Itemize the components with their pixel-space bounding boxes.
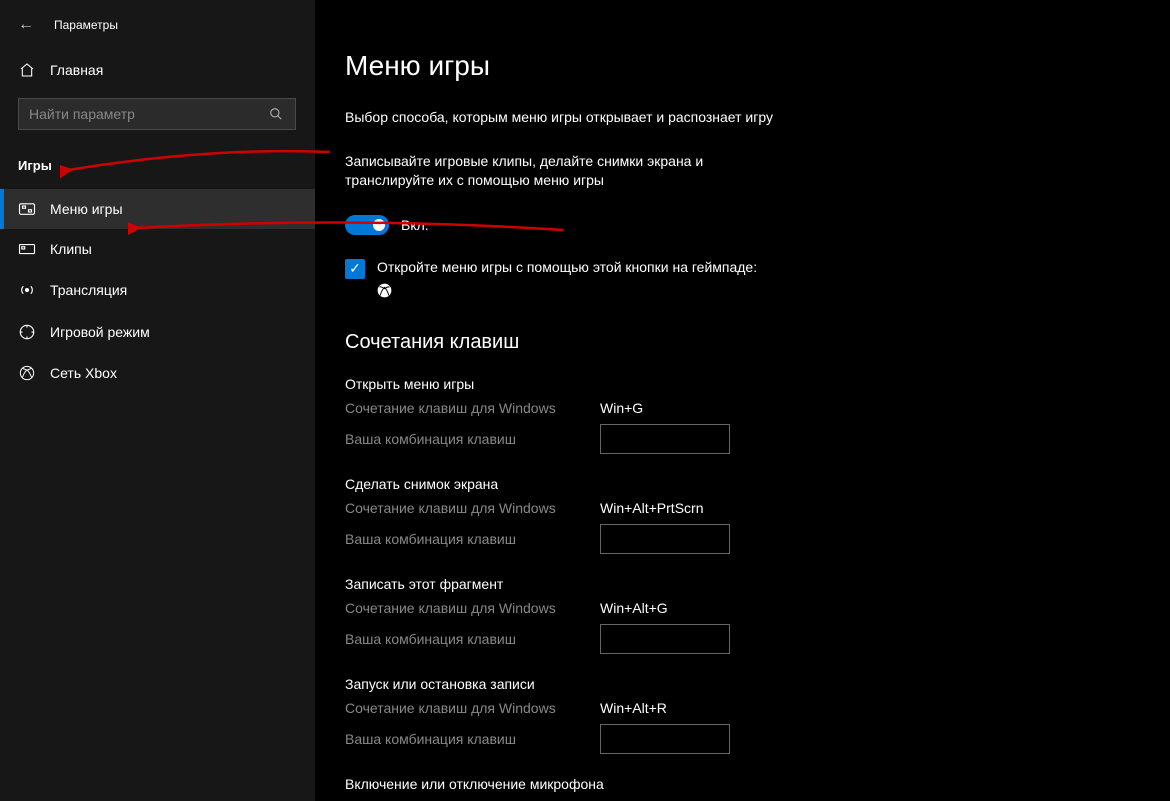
description-2: Записывайте игровые клипы, делайте снимк… (345, 152, 775, 191)
shortcut-title: Сделать снимок экрана (345, 476, 1170, 492)
shortcut-start-stop-recording: Запуск или остановка записи Сочетание кл… (345, 676, 1170, 754)
game-bar-icon (18, 202, 36, 216)
broadcast-icon (18, 281, 36, 299)
captures-icon (18, 242, 36, 256)
shortcuts-heading: Сочетания клавиш (345, 331, 1170, 354)
sidebar-item-broadcasting[interactable]: Трансляция (0, 269, 315, 311)
sidebar-section-title: Игры (0, 148, 315, 189)
shortcut-win-label: Сочетание клавиш для Windows (345, 400, 600, 416)
shortcut-custom-label: Ваша комбинация клавиш (345, 531, 600, 547)
home-icon (18, 62, 36, 78)
sidebar-home[interactable]: Главная (0, 52, 315, 88)
shortcut-screenshot: Сделать снимок экрана Сочетание клавиш д… (345, 476, 1170, 554)
shortcut-input[interactable] (600, 724, 730, 754)
search-box[interactable] (18, 98, 296, 130)
sidebar-item-captures[interactable]: Клипы (0, 229, 315, 269)
checkbox-row: ✓ Откройте меню игры с помощью этой кноп… (345, 259, 845, 279)
sidebar-item-xbox-networking[interactable]: Сеть Xbox (0, 353, 315, 393)
sidebar-item-game-bar[interactable]: Меню игры (0, 189, 315, 229)
sidebar-item-label: Меню игры (50, 201, 123, 217)
checkbox-label: Откройте меню игры с помощью этой кнопки… (377, 259, 757, 275)
window-title: Параметры (54, 18, 118, 32)
toggle-row: Вкл. (345, 215, 1170, 235)
shortcut-title: Записать этот фрагмент (345, 576, 1170, 592)
sidebar-item-label: Трансляция (50, 282, 127, 298)
search-input[interactable] (29, 106, 267, 122)
shortcut-open-game-bar: Открыть меню игры Сочетание клавиш для W… (345, 376, 1170, 454)
shortcut-win-label: Сочетание клавиш для Windows (345, 600, 600, 616)
sidebar-home-label: Главная (50, 62, 103, 78)
shortcut-input[interactable] (600, 624, 730, 654)
sidebar-item-label: Клипы (50, 241, 92, 257)
shortcut-win-label: Сочетание клавиш для Windows (345, 500, 600, 516)
xbox-icon (18, 365, 36, 381)
search-icon (267, 107, 285, 121)
page-title: Меню игры (345, 50, 1170, 82)
shortcut-value: Win+Alt+R (600, 700, 667, 716)
shortcut-custom-label: Ваша комбинация клавиш (345, 631, 600, 647)
shortcut-input[interactable] (600, 524, 730, 554)
shortcut-custom-label: Ваша комбинация клавиш (345, 731, 600, 747)
shortcut-value: Win+G (600, 400, 643, 416)
xbox-button-icon (377, 283, 1170, 301)
shortcut-custom-label: Ваша комбинация клавиш (345, 431, 600, 447)
shortcut-title: Запуск или остановка записи (345, 676, 1170, 692)
description-1: Выбор способа, которым меню игры открыва… (345, 108, 775, 128)
toggle-state-label: Вкл. (401, 217, 429, 233)
titlebar: ← Параметры (0, 10, 315, 52)
sidebar-item-game-mode[interactable]: Игровой режим (0, 311, 315, 353)
main-content: Меню игры Выбор способа, которым меню иг… (315, 0, 1170, 801)
shortcut-mic-title: Включение или отключение микрофона (345, 776, 1170, 792)
sidebar: ← Параметры Главная Игры Меню игры Клипы… (0, 0, 315, 801)
game-mode-icon (18, 323, 36, 341)
shortcut-value: Win+Alt+PrtScrn (600, 500, 703, 516)
shortcut-value: Win+Alt+G (600, 600, 668, 616)
shortcut-title: Открыть меню игры (345, 376, 1170, 392)
shortcut-win-label: Сочетание клавиш для Windows (345, 700, 600, 716)
shortcut-input[interactable] (600, 424, 730, 454)
controller-checkbox[interactable]: ✓ (345, 259, 365, 279)
sidebar-item-label: Игровой режим (50, 324, 150, 340)
back-arrow-icon[interactable]: ← (18, 16, 34, 34)
game-bar-toggle[interactable] (345, 215, 389, 235)
shortcut-record-that: Записать этот фрагмент Сочетание клавиш … (345, 576, 1170, 654)
sidebar-item-label: Сеть Xbox (50, 365, 117, 381)
